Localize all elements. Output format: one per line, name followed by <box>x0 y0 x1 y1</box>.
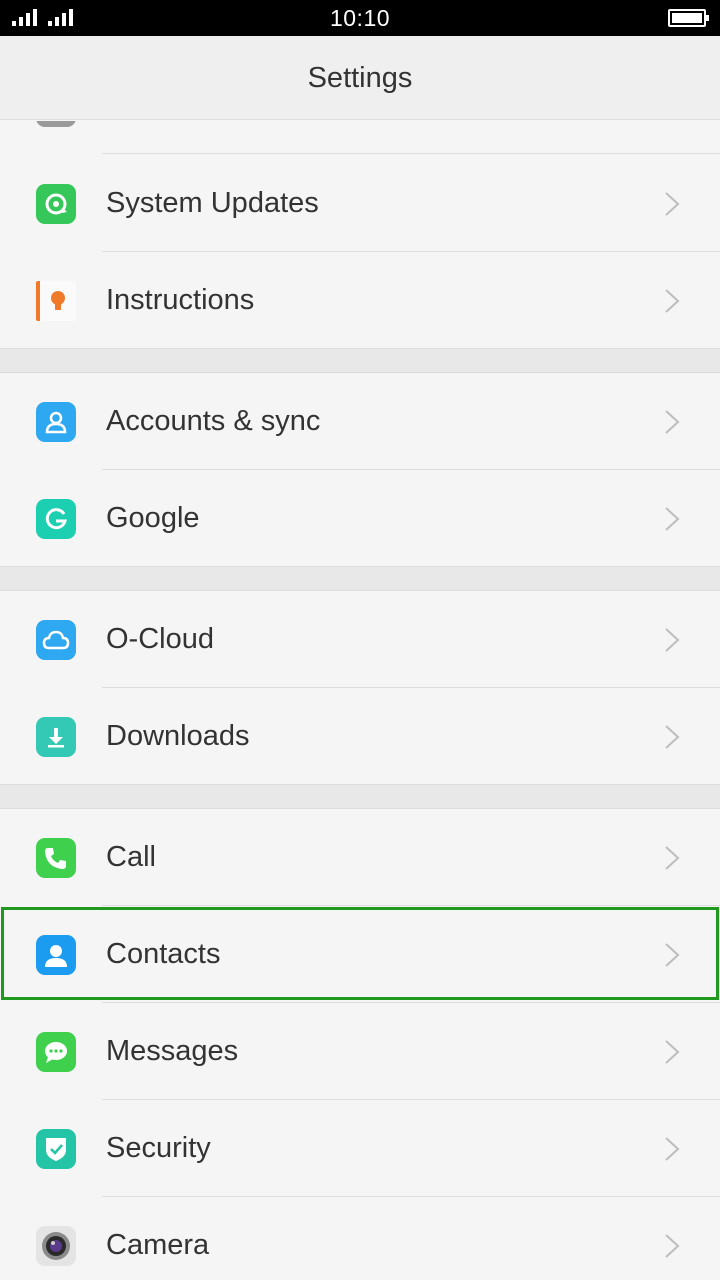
status-bar: 10:10 <box>0 0 720 36</box>
settings-item-label: Instructions <box>106 284 255 316</box>
settings-item-label: Call <box>106 841 156 873</box>
settings-item-security[interactable]: Security <box>0 1100 720 1197</box>
settings-item-system-updates[interactable]: System Updates <box>0 155 720 252</box>
instructions-icon <box>36 281 76 321</box>
download-icon <box>36 717 76 757</box>
chevron-right-icon <box>665 1040 680 1064</box>
cloud-icon <box>36 620 76 660</box>
settings-item-call[interactable]: Call <box>0 809 720 906</box>
settings-item-instructions[interactable]: Instructions <box>0 252 720 349</box>
partial-item-icon <box>36 121 76 127</box>
chevron-right-icon <box>665 192 680 216</box>
settings-item-label: Google <box>106 502 200 534</box>
chevron-right-icon <box>665 507 680 531</box>
settings-list[interactable]: System Updates Instructions Accounts & s… <box>0 121 720 1280</box>
settings-item-label: Contacts <box>106 938 221 970</box>
settings-item-label: Downloads <box>106 720 250 752</box>
settings-item-accounts-sync[interactable]: Accounts & sync <box>0 373 720 470</box>
shield-icon <box>36 1129 76 1169</box>
settings-item-label: System Updates <box>106 187 319 219</box>
chevron-right-icon <box>665 628 680 652</box>
list-item-partial[interactable] <box>0 121 720 154</box>
settings-item-downloads[interactable]: Downloads <box>0 688 720 785</box>
chevron-right-icon <box>665 846 680 870</box>
battery-icon <box>668 9 709 27</box>
chevron-right-icon <box>665 725 680 749</box>
section-separator <box>0 567 720 591</box>
page-title: Settings <box>307 62 413 94</box>
settings-item-label: Messages <box>106 1035 239 1067</box>
settings-item-label: Camera <box>106 1229 210 1261</box>
section-separator <box>0 349 720 373</box>
chevron-right-icon <box>665 289 680 313</box>
settings-item-contacts[interactable]: Contacts <box>0 906 720 1003</box>
system-updates-icon <box>36 184 76 224</box>
google-icon <box>36 499 76 539</box>
phone-icon <box>36 838 76 878</box>
settings-item-google[interactable]: Google <box>0 470 720 567</box>
settings-item-label: Security <box>106 1132 211 1164</box>
contacts-icon <box>36 935 76 975</box>
accounts-sync-icon <box>36 402 76 442</box>
chevron-right-icon <box>665 943 680 967</box>
camera-icon <box>36 1226 76 1266</box>
settings-item-label: O-Cloud <box>106 623 214 655</box>
settings-item-messages[interactable]: Messages <box>0 1003 720 1100</box>
messages-icon <box>36 1032 76 1072</box>
status-time: 10:10 <box>329 5 391 31</box>
chevron-right-icon <box>665 1234 680 1258</box>
settings-item-camera[interactable]: Camera <box>0 1197 720 1280</box>
chevron-right-icon <box>665 410 680 434</box>
settings-item-label: Accounts & sync <box>106 405 321 437</box>
header-bar: Settings <box>0 36 720 120</box>
section-separator <box>0 785 720 809</box>
settings-item-o-cloud[interactable]: O-Cloud <box>0 591 720 688</box>
chevron-right-icon <box>665 1137 680 1161</box>
